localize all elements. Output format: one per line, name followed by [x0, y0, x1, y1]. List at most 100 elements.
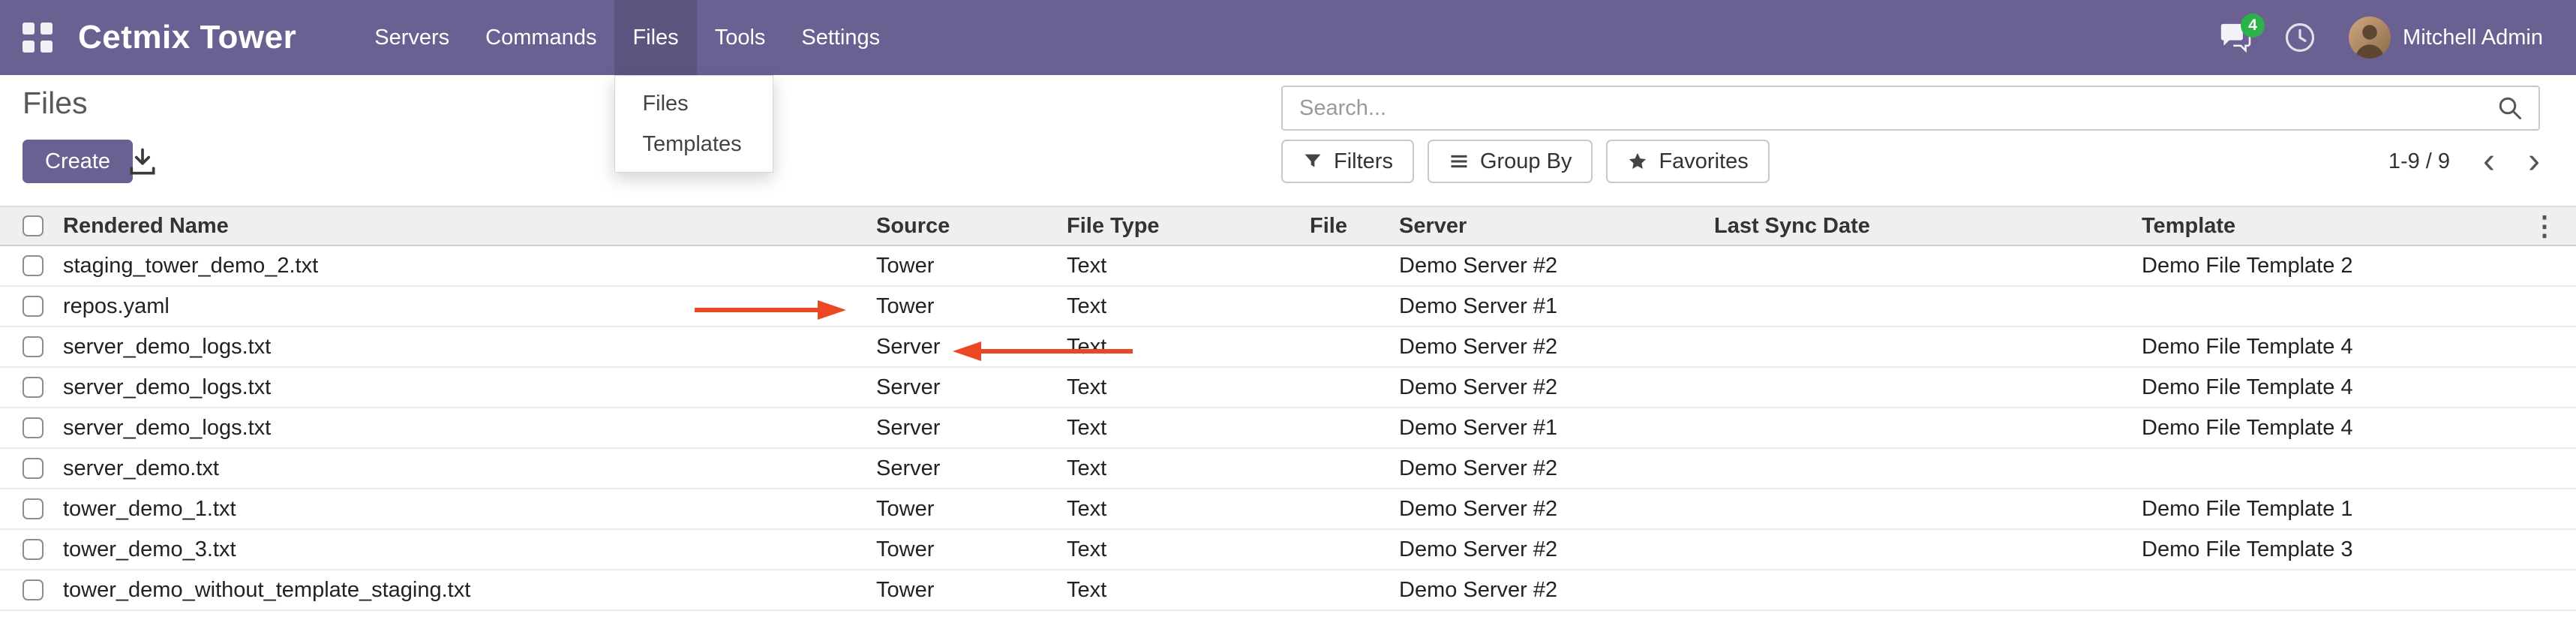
cell-rendered-name[interactable]: repos.yaml	[60, 286, 873, 327]
column-header-file[interactable]: File	[1307, 206, 1396, 245]
cell-template[interactable]	[2139, 570, 2576, 610]
dropdown-item-files[interactable]: Files	[615, 83, 773, 124]
apps-grid-icon[interactable]	[23, 23, 53, 53]
cell-last-sync-date[interactable]	[1711, 367, 2139, 408]
cell-file-type[interactable]: Text	[1064, 489, 1307, 529]
cell-last-sync-date[interactable]	[1711, 529, 2139, 570]
cell-last-sync-date[interactable]	[1711, 245, 2139, 286]
table-row[interactable]: repos.yamlTowerText Demo Server #1	[0, 286, 2576, 327]
row-checkbox[interactable]	[23, 377, 44, 398]
column-header-server[interactable]: Server	[1396, 206, 1711, 245]
cell-template[interactable]: Demo File Template 2	[2139, 245, 2576, 286]
cell-server[interactable]: Demo Server #2	[1396, 245, 1711, 286]
cell-rendered-name[interactable]: tower_demo_without_template_staging.txt	[60, 570, 873, 610]
cell-file-type[interactable]: Text	[1064, 408, 1307, 448]
column-header-source[interactable]: Source	[873, 206, 1064, 245]
pager-next-button[interactable]: ›	[2528, 143, 2540, 179]
cell-rendered-name[interactable]: server_demo.txt	[60, 448, 873, 489]
cell-last-sync-date[interactable]	[1711, 286, 2139, 327]
cell-source[interactable]: Tower	[873, 529, 1064, 570]
menu-item-tools[interactable]: Tools	[697, 0, 784, 75]
cell-server[interactable]: Demo Server #2	[1396, 327, 1711, 367]
cell-file[interactable]	[1307, 408, 1396, 448]
dropdown-item-templates[interactable]: Templates	[615, 124, 773, 164]
menu-item-commands[interactable]: Commands	[467, 0, 614, 75]
cell-file[interactable]	[1307, 489, 1396, 529]
search-submit-button[interactable]	[2481, 95, 2538, 122]
cell-source[interactable]: Server	[873, 448, 1064, 489]
cell-file-type[interactable]: Text	[1064, 286, 1307, 327]
cell-file[interactable]	[1307, 286, 1396, 327]
table-row[interactable]: server_demo_logs.txtServerText Demo Serve…	[0, 367, 2576, 408]
cell-file-type[interactable]: Text	[1064, 529, 1307, 570]
cell-file[interactable]	[1307, 448, 1396, 489]
cell-server[interactable]: Demo Server #1	[1396, 286, 1711, 327]
table-row[interactable]: staging_tower_demo_2.txtTowerText Demo Se…	[0, 245, 2576, 286]
column-header-rendered-name[interactable]: Rendered Name	[60, 206, 873, 245]
table-row[interactable]: server_demo_logs.txtServerTextDemo Serve…	[0, 327, 2576, 367]
cell-source[interactable]: Tower	[873, 570, 1064, 610]
optional-columns-icon[interactable]: ⋮	[2531, 212, 2558, 239]
cell-rendered-name[interactable]: staging_tower_demo_2.txt	[60, 245, 873, 286]
cell-template[interactable]: Demo File Template 4	[2139, 327, 2576, 367]
row-checkbox[interactable]	[23, 255, 44, 276]
cell-last-sync-date[interactable]	[1711, 570, 2139, 610]
app-brand[interactable]: Cetmix Tower	[78, 19, 296, 56]
cell-source[interactable]: Server	[873, 408, 1064, 448]
cell-file-type[interactable]: Text	[1064, 570, 1307, 610]
cell-template[interactable]	[2139, 286, 2576, 327]
table-row[interactable]: tower_demo_1.txtTowerText Demo Server #2 D…	[0, 489, 2576, 529]
favorites-button[interactable]: Favorites	[1606, 140, 1769, 183]
cell-last-sync-date[interactable]	[1711, 327, 2139, 367]
select-all-checkbox[interactable]	[23, 215, 44, 236]
column-header-template[interactable]: Template⋮	[2139, 206, 2576, 245]
menu-item-servers[interactable]: Servers	[356, 0, 467, 75]
cell-last-sync-date[interactable]	[1711, 489, 2139, 529]
cell-file-type[interactable]: Text	[1064, 327, 1307, 367]
cell-server[interactable]: Demo Server #2	[1396, 367, 1711, 408]
cell-source[interactable]: Server	[873, 367, 1064, 408]
column-header-file-type[interactable]: File Type	[1064, 206, 1307, 245]
table-row[interactable]: tower_demo_3.txtTowerTextDemo Server #2D…	[0, 529, 2576, 570]
table-row[interactable]: server_demo.txtServerText Demo Server #2	[0, 448, 2576, 489]
cell-file-type[interactable]: Text	[1064, 367, 1307, 408]
row-checkbox[interactable]	[23, 539, 44, 560]
cell-rendered-name[interactable]: server_demo_logs.txt	[60, 327, 873, 367]
cell-file[interactable]	[1307, 570, 1396, 610]
cell-template[interactable]: Demo File Template 1	[2139, 489, 2576, 529]
cell-rendered-name[interactable]: server_demo_logs.txt	[60, 367, 873, 408]
search-input[interactable]	[1283, 87, 2481, 129]
cell-file-type[interactable]: Text	[1064, 245, 1307, 286]
cell-last-sync-date[interactable]	[1711, 448, 2139, 489]
cell-server[interactable]: Demo Server #2	[1396, 448, 1711, 489]
cell-source[interactable]: Tower	[873, 286, 1064, 327]
activities-clock-icon[interactable]	[2284, 22, 2316, 53]
table-row[interactable]: tower_demo_without_template_staging.txtT…	[0, 570, 2576, 610]
cell-source[interactable]: Tower	[873, 245, 1064, 286]
table-row[interactable]: server_demo_logs.txtServerTextDemo Serve…	[0, 408, 2576, 448]
cell-source[interactable]: Tower	[873, 489, 1064, 529]
pager-previous-button[interactable]: ‹	[2483, 143, 2495, 179]
cell-file-type[interactable]: Text	[1064, 448, 1307, 489]
cell-last-sync-date[interactable]	[1711, 408, 2139, 448]
cell-template[interactable]: Demo File Template 4	[2139, 408, 2576, 448]
row-checkbox[interactable]	[23, 296, 44, 317]
cell-template[interactable]: Demo File Template 3	[2139, 529, 2576, 570]
export-button[interactable]	[126, 144, 165, 180]
cell-server[interactable]: Demo Server #1	[1396, 408, 1711, 448]
cell-template[interactable]: Demo File Template 4	[2139, 367, 2576, 408]
user-menu[interactable]: Mitchell Admin	[2349, 17, 2543, 59]
menu-item-settings[interactable]: Settings	[783, 0, 898, 75]
menu-item-files[interactable]: FilesFilesTemplates	[614, 0, 696, 75]
row-checkbox[interactable]	[23, 336, 44, 357]
cell-server[interactable]: Demo Server #2	[1396, 489, 1711, 529]
cell-file[interactable]	[1307, 245, 1396, 286]
row-checkbox[interactable]	[23, 579, 44, 600]
cell-server[interactable]: Demo Server #2	[1396, 529, 1711, 570]
cell-rendered-name[interactable]: tower_demo_1.txt	[60, 489, 873, 529]
cell-file[interactable]	[1307, 367, 1396, 408]
row-checkbox[interactable]	[23, 458, 44, 479]
create-button[interactable]: Create	[23, 140, 133, 183]
group-by-button[interactable]: Group By	[1428, 140, 1593, 183]
messages-icon[interactable]: 4	[2218, 23, 2251, 53]
